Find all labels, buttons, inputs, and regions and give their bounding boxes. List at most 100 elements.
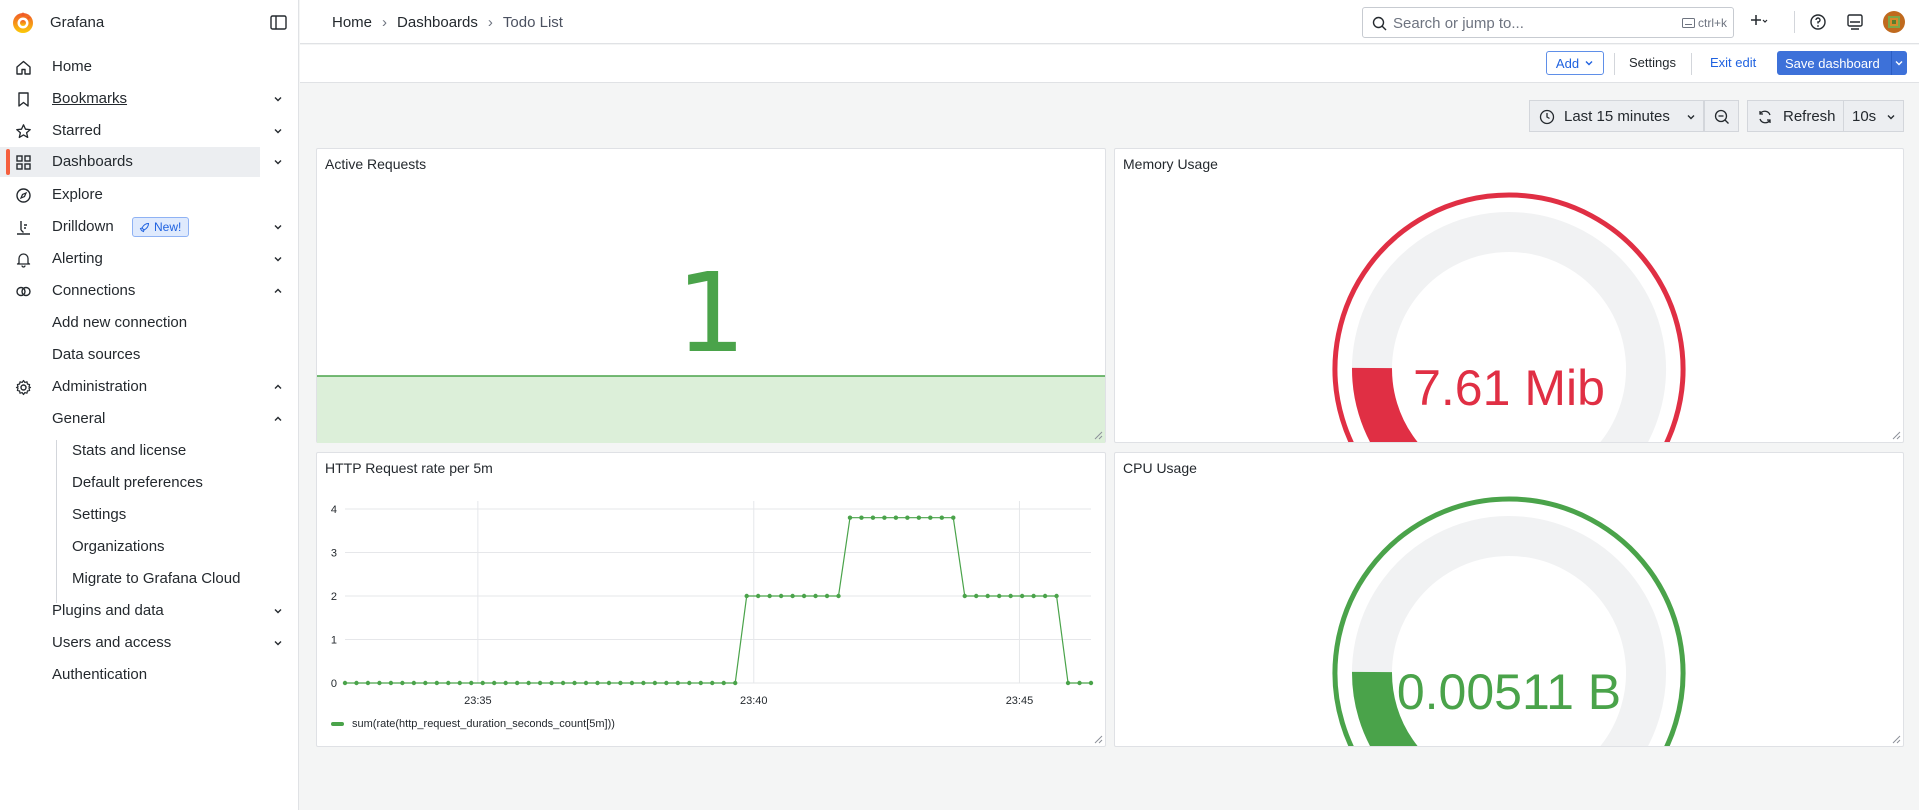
data-point bbox=[813, 593, 818, 599]
sidebar-item-starred[interactable]: Starred bbox=[0, 116, 282, 146]
sidebar-item-drilldown[interactable]: Drilldown New! bbox=[0, 212, 282, 242]
chevron-up-icon[interactable] bbox=[272, 413, 284, 425]
data-point bbox=[411, 680, 417, 686]
data-point bbox=[354, 680, 359, 686]
chevron-down-icon[interactable] bbox=[272, 637, 284, 649]
sidebar-item-add-new-connection[interactable]: Add new connection bbox=[0, 308, 260, 338]
sidebar-item-label: Home bbox=[52, 58, 93, 75]
sidebar-item-connections[interactable]: Connections bbox=[0, 276, 282, 306]
zoom-out-button[interactable] bbox=[1704, 100, 1739, 132]
help-icon[interactable] bbox=[1808, 12, 1828, 32]
breadcrumb-dashboards[interactable]: Dashboards bbox=[397, 14, 478, 31]
sidebar-item-label: Plugins and data bbox=[52, 602, 164, 619]
sidebar-item-settings[interactable]: Settings bbox=[0, 500, 260, 530]
resize-handle-icon[interactable] bbox=[1093, 430, 1103, 440]
gauge-value: 7.61 Mib bbox=[1413, 360, 1605, 416]
settings-button[interactable]: Settings bbox=[1629, 55, 1676, 70]
resize-handle-icon[interactable] bbox=[1093, 734, 1103, 744]
breadcrumb-current: Todo List bbox=[502, 14, 563, 31]
data-point bbox=[744, 593, 749, 599]
y-tick-label: 0 bbox=[331, 678, 337, 690]
sidebar-item-data-sources[interactable]: Data sources bbox=[0, 340, 260, 370]
breadcrumb-home[interactable]: Home bbox=[332, 14, 372, 31]
chevron-up-icon[interactable] bbox=[272, 285, 284, 297]
data-point bbox=[537, 680, 543, 686]
data-point bbox=[721, 680, 726, 686]
data-point bbox=[342, 680, 348, 686]
chevron-down-icon[interactable] bbox=[272, 605, 284, 617]
sidebar-item-users-and-access[interactable]: Users and access bbox=[0, 628, 282, 658]
refresh-button[interactable]: Refresh bbox=[1747, 100, 1844, 132]
sidebar-item-administration[interactable]: Administration bbox=[0, 372, 282, 402]
sidebar-item-label: Administration bbox=[52, 378, 148, 395]
http-rate-chart: 0 1 2 3 4 23:35 23:40 23:45 bbox=[331, 501, 1094, 707]
sidebar-item-label: Authentication bbox=[52, 666, 148, 683]
data-point bbox=[1077, 680, 1082, 686]
sidebar-item-alerting[interactable]: Alerting bbox=[0, 244, 282, 274]
chevron-down-icon[interactable] bbox=[272, 156, 284, 168]
sidebar-item-migrate-to-grafana-cloud[interactable]: Migrate to Grafana Cloud bbox=[0, 564, 260, 594]
time-range-picker[interactable]: Last 15 minutes bbox=[1529, 100, 1704, 132]
plus-icon[interactable] bbox=[1748, 12, 1768, 32]
data-point bbox=[572, 680, 577, 686]
chevron-down-icon[interactable] bbox=[272, 125, 284, 137]
chevron-down-icon[interactable] bbox=[1894, 58, 1904, 68]
data-point bbox=[996, 593, 1002, 599]
sidebar-item-label: Drilldown bbox=[52, 218, 114, 235]
add-button[interactable]: Add bbox=[1546, 51, 1604, 75]
bell-icon bbox=[16, 253, 31, 268]
sidebar-item-authentication[interactable]: Authentication bbox=[0, 660, 260, 690]
avatar[interactable] bbox=[1882, 10, 1906, 34]
keyboard-icon bbox=[1681, 18, 1695, 28]
save-split-divider bbox=[1891, 51, 1892, 75]
dock-menu-icon[interactable] bbox=[270, 14, 287, 31]
data-point bbox=[1042, 593, 1048, 599]
news-icon[interactable] bbox=[1845, 12, 1865, 32]
grafana-logo-icon[interactable] bbox=[11, 11, 35, 35]
panel-memory-usage[interactable]: Memory Usage 7.61 Mib bbox=[1114, 148, 1904, 443]
data-point bbox=[790, 593, 795, 599]
panel-http-request-rate[interactable]: HTTP Request rate per 5m 0 1 2 3 4 23:35 23:40… bbox=[316, 452, 1106, 747]
data-point bbox=[629, 680, 635, 686]
sidebar-item-home[interactable]: Home bbox=[0, 52, 260, 82]
sidebar-item-default-preferences[interactable]: Default preferences bbox=[0, 468, 260, 498]
data-point bbox=[939, 515, 944, 520]
sidebar-item-bookmarks[interactable]: Bookmarks bbox=[0, 84, 282, 114]
panel-cpu-usage[interactable]: CPU Usage 0.00511 B bbox=[1114, 452, 1904, 747]
exit-edit-button[interactable]: Exit edit bbox=[1710, 55, 1756, 70]
chevron-down-icon[interactable] bbox=[272, 221, 284, 233]
data-point bbox=[675, 680, 681, 686]
chevron-up-icon[interactable] bbox=[272, 381, 284, 393]
sidebar-item-general[interactable]: General bbox=[0, 404, 282, 434]
resize-handle-icon[interactable] bbox=[1891, 734, 1901, 744]
chevron-down-icon[interactable] bbox=[272, 93, 284, 105]
gauge-value: 0.00511 B bbox=[1396, 664, 1622, 720]
sidebar-item-label: Starred bbox=[52, 122, 102, 139]
sidebar-item-explore[interactable]: Explore bbox=[0, 180, 260, 210]
data-point bbox=[836, 593, 841, 599]
x-tick-label: 23:35 bbox=[464, 695, 492, 707]
chart-legend[interactable]: sum(rate(http_request_duration_seconds_c… bbox=[331, 718, 615, 730]
sidebar-item-dashboards[interactable]: Dashboards bbox=[0, 147, 282, 177]
data-point bbox=[595, 680, 600, 686]
sidebar-item-label: Stats and license bbox=[72, 442, 187, 459]
sidebar-item-plugins-and-data[interactable]: Plugins and data bbox=[0, 596, 282, 626]
resize-handle-icon[interactable] bbox=[1891, 430, 1901, 440]
bookmark-icon bbox=[18, 92, 29, 107]
refresh-interval-picker[interactable]: 10s bbox=[1843, 100, 1904, 132]
data-point bbox=[767, 593, 772, 599]
sidebar-item-label: Migrate to Grafana Cloud bbox=[72, 570, 241, 587]
data-point bbox=[1031, 593, 1036, 599]
data-point bbox=[698, 680, 703, 686]
new-badge: New! bbox=[132, 217, 190, 237]
data-point bbox=[377, 680, 382, 686]
brand-name: Grafana bbox=[50, 14, 105, 31]
sidebar-item-label: Explore bbox=[52, 186, 103, 203]
panel-active-requests[interactable]: Active Requests 1 bbox=[316, 148, 1106, 443]
data-point bbox=[583, 680, 589, 686]
sidebar-item-stats-and-license[interactable]: Stats and license bbox=[0, 436, 260, 466]
save-dashboard-button[interactable]: Save dashboard bbox=[1777, 51, 1907, 75]
search-input[interactable]: Search or jump to... ctrl+k bbox=[1362, 7, 1734, 38]
sidebar-item-organizations[interactable]: Organizations bbox=[0, 532, 260, 562]
chevron-down-icon[interactable] bbox=[272, 253, 284, 265]
